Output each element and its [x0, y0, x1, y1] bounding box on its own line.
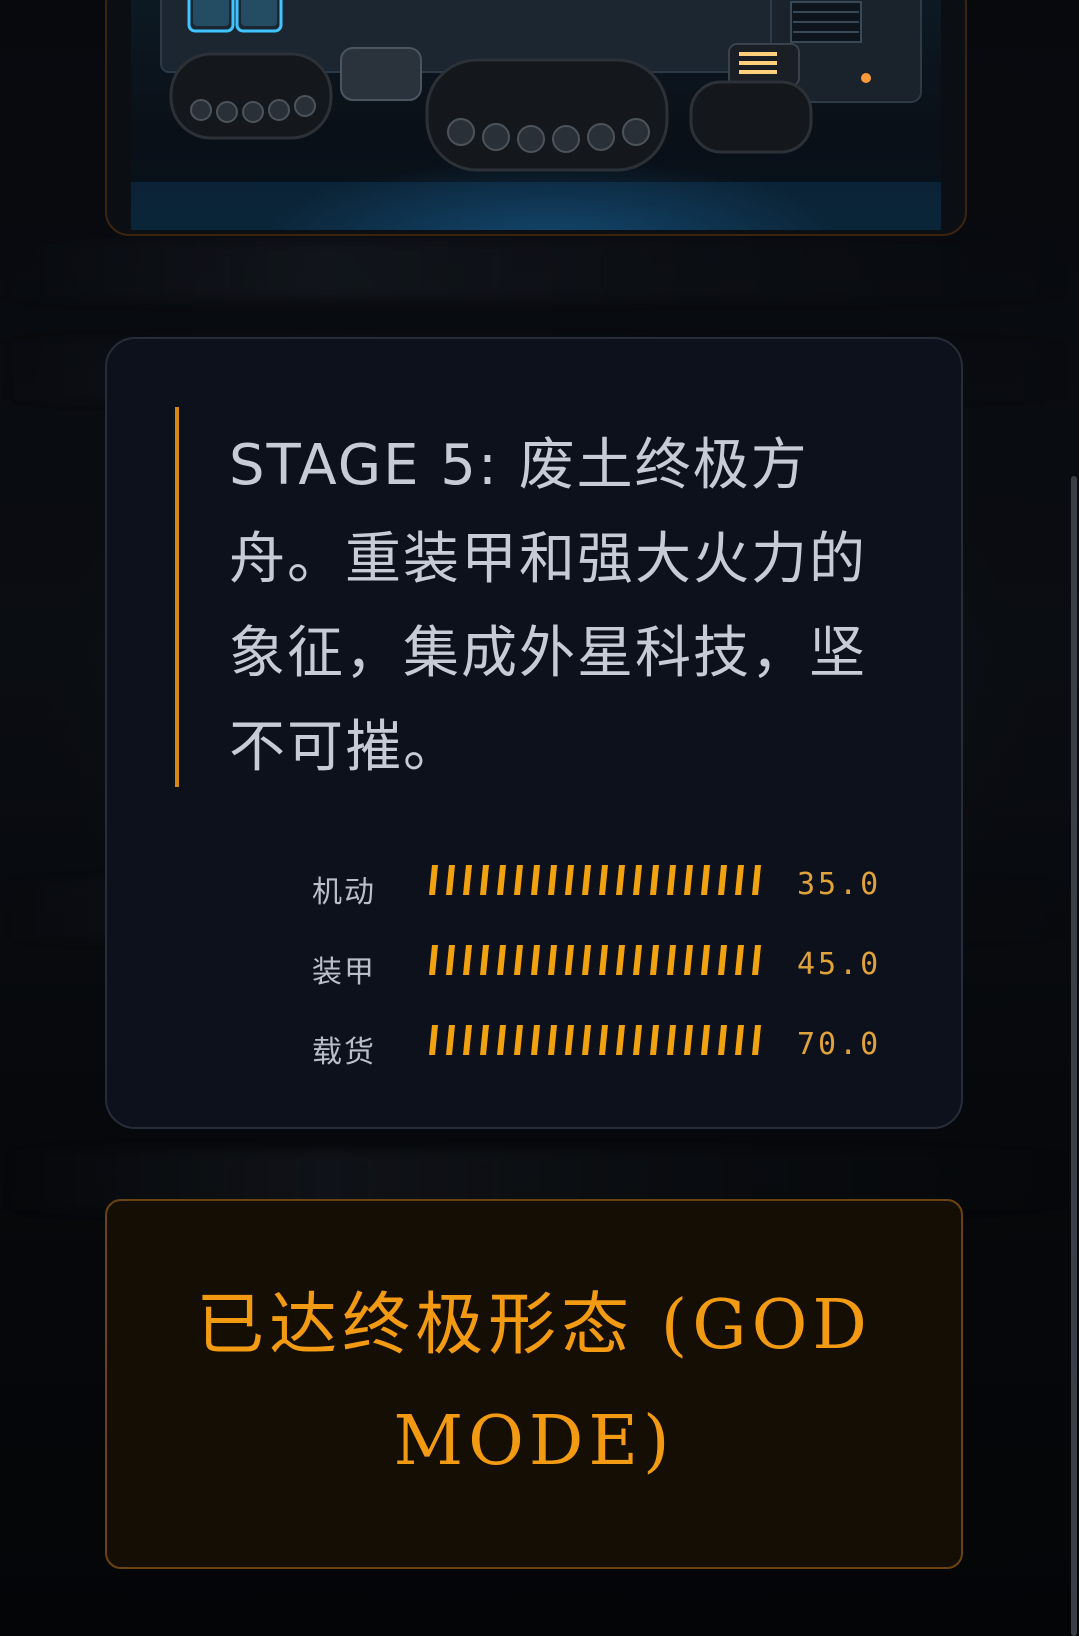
stat-bar — [429, 865, 761, 895]
stat-bar-segment — [514, 1025, 523, 1055]
stat-label: 装甲 — [312, 955, 376, 990]
stat-bar-segment — [667, 1025, 676, 1055]
stat-bar-segment — [480, 945, 489, 975]
stat-bar-segment — [616, 865, 625, 895]
god-mode-banner: 已达终极形态 (GOD MODE) — [105, 1199, 963, 1569]
stat-bar-segment — [701, 1025, 710, 1055]
stat-bar-segment — [735, 945, 744, 975]
stat-label: 载货 — [312, 1035, 376, 1070]
stat-bar-segment — [735, 865, 744, 895]
stat-bar-segment — [463, 1025, 472, 1055]
stat-bar-segment — [565, 865, 574, 895]
stat-bar-segment — [752, 1025, 761, 1055]
stat-bar-segment — [497, 1025, 506, 1055]
stat-bar-segment — [684, 865, 693, 895]
stat-bar-segment — [650, 945, 659, 975]
vehicle-image-card — [105, 0, 967, 236]
stat-bar-segment — [429, 945, 438, 975]
stat-bar-segment — [633, 1025, 642, 1055]
stat-bar-segment — [701, 865, 710, 895]
stat-bar-segment — [514, 945, 523, 975]
stat-bar-segment — [480, 865, 489, 895]
stage-description: STAGE 5: 废土终极方舟。重装甲和强大火力的象征，集成外星科技，坚不可摧。 — [229, 433, 867, 780]
stat-bar-segment — [599, 945, 608, 975]
stat-bar-segment — [633, 865, 642, 895]
stat-bar-segment — [548, 945, 557, 975]
stat-row-cargo: 载货 70.0 — [312, 1009, 878, 1089]
stat-bar-segment — [752, 865, 761, 895]
stat-row-armor: 装甲 45.0 — [312, 929, 878, 1009]
stat-bar-segment — [548, 865, 557, 895]
stat-bar-segment — [582, 1025, 591, 1055]
stage-info-card: STAGE 5: 废土终极方舟。重装甲和强大火力的象征，集成外星科技，坚不可摧。… — [105, 337, 963, 1129]
stat-bar-segment — [480, 1025, 489, 1055]
stat-bar-segment — [565, 1025, 574, 1055]
stat-bar-segment — [633, 945, 642, 975]
stat-bar-segment — [650, 1025, 659, 1055]
scrollbar[interactable] — [1071, 476, 1077, 1636]
stats-list: 机动 35.0 装甲 45.0 载货 70.0 — [312, 849, 878, 1089]
vehicle-image — [131, 0, 941, 230]
stat-bar-segment — [497, 865, 506, 895]
stat-bar-segment — [582, 945, 591, 975]
stat-value: 45.0 — [797, 947, 882, 982]
stat-bar-segment — [684, 1025, 693, 1055]
background-streak — [0, 240, 1079, 300]
stat-bar-segment — [429, 1025, 438, 1055]
stat-bar-segment — [718, 865, 727, 895]
stat-bar-segment — [599, 1025, 608, 1055]
stat-label: 机动 — [312, 875, 376, 910]
stat-bar-segment — [684, 945, 693, 975]
stat-bar-segment — [463, 945, 472, 975]
stat-bar-segment — [565, 945, 574, 975]
stat-bar-segment — [429, 865, 438, 895]
stat-bar-segment — [650, 865, 659, 895]
page: STAGE 5: 废土终极方舟。重装甲和强大火力的象征，集成外星科技，坚不可摧。… — [0, 0, 1079, 1636]
stat-bar-segment — [531, 865, 540, 895]
stat-bar-segment — [446, 945, 455, 975]
stat-bar-segment — [582, 865, 591, 895]
stat-bar-segment — [718, 945, 727, 975]
stat-bar-segment — [463, 865, 472, 895]
stat-value: 70.0 — [797, 1027, 882, 1062]
stat-row-mobility: 机动 35.0 — [312, 849, 878, 929]
stat-bar — [429, 1025, 761, 1055]
armored-vehicle-illustration — [131, 0, 941, 230]
stat-bar-segment — [531, 1025, 540, 1055]
stage-description-block: STAGE 5: 废土终极方舟。重装甲和强大火力的象征，集成外星科技，坚不可摧。 — [175, 407, 875, 787]
god-mode-label: 已达终极形态 (GOD MODE) — [196, 1286, 872, 1481]
stat-bar-segment — [701, 945, 710, 975]
stat-bar-segment — [599, 865, 608, 895]
stat-bar-segment — [735, 1025, 744, 1055]
stat-bar-segment — [667, 865, 676, 895]
stat-bar-segment — [667, 945, 676, 975]
stat-bar-segment — [616, 1025, 625, 1055]
stat-bar-segment — [497, 945, 506, 975]
stat-bar-segment — [446, 1025, 455, 1055]
stat-bar-segment — [514, 865, 523, 895]
stat-bar-segment — [531, 945, 540, 975]
stat-bar-segment — [446, 865, 455, 895]
stat-value: 35.0 — [797, 867, 882, 902]
stat-bar-segment — [718, 1025, 727, 1055]
stat-bar — [429, 945, 761, 975]
stat-bar-segment — [548, 1025, 557, 1055]
stat-bar-segment — [752, 945, 761, 975]
stat-bar-segment — [616, 945, 625, 975]
